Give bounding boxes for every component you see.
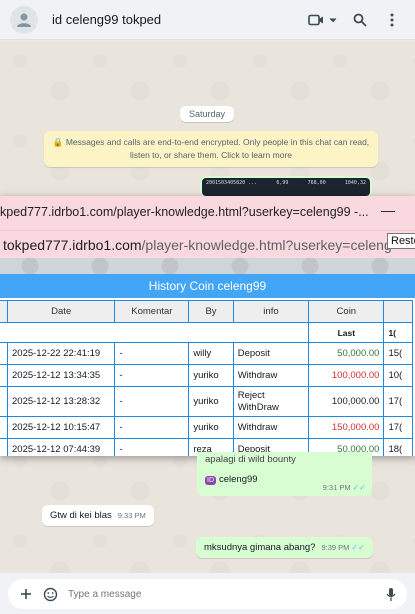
table-row[interactable]: 2025-12-12 13:28:32 - yuriko Reject With…: [0, 386, 413, 417]
microphone-icon[interactable]: [379, 582, 403, 606]
table-row[interactable]: 2025-12-22 22:41:19 - willy Deposit 50,0…: [0, 342, 413, 365]
message-time: 9:31 PM ✓✓: [322, 483, 366, 492]
popup-separator: [0, 258, 415, 274]
history-table: Date Komentar By info Coin Last 1( 2025-…: [0, 300, 413, 456]
message-time: 9:39 PM: [321, 543, 350, 552]
chat-title[interactable]: id celeng99 tokped: [52, 12, 307, 27]
more-options-icon[interactable]: [383, 11, 401, 29]
chevron-down-icon[interactable]: [329, 11, 337, 29]
address-path: /player-knowledge.html?userkey=celeng: [141, 237, 392, 253]
encryption-notice[interactable]: 🔒 Messages and calls are end-to-end encr…: [44, 131, 378, 168]
read-ticks-icon: ✓✓: [351, 543, 365, 552]
id-badge: ID: [205, 476, 216, 485]
tooltip: Resto: [387, 233, 415, 249]
address-bar[interactable]: tokped777.idrbo1.com/player-knowledge.ht…: [0, 230, 415, 258]
subheader-next: 1(: [383, 322, 413, 343]
attach-icon[interactable]: [14, 582, 38, 606]
avatar[interactable]: [10, 5, 38, 34]
image-message[interactable]: 2001503405820 ... 6,99 768,00 1040,32: [200, 176, 372, 198]
column-header-info[interactable]: info: [232, 300, 310, 323]
message-text: apalagi di wild bounty: [205, 454, 296, 465]
table-subheader-row: Last 1(: [0, 322, 413, 343]
message-time: 9:33 PM: [117, 511, 146, 520]
incoming-message[interactable]: Gtw di kei blas 9:33 PM: [42, 505, 154, 526]
read-ticks-icon: ✓✓: [352, 483, 366, 492]
lock-icon: 🔒: [52, 137, 64, 147]
column-header-by[interactable]: By: [188, 300, 234, 323]
popup-titlebar[interactable]: kped777.idrbo1.com/player-knowledge.html…: [0, 196, 415, 230]
page-title: History Coin celeng99: [0, 274, 415, 298]
message-text: mksudnya gimana abang?: [204, 542, 316, 553]
table-row[interactable]: 2025-12-12 10:15:47 - yuriko Withdraw 15…: [0, 416, 413, 439]
address-host: tokped777.idrbo1.com: [3, 237, 142, 253]
message-text: Gtw di kei blas: [50, 510, 112, 521]
column-header-extra: [383, 300, 413, 323]
table-header-row: Date Komentar By info Coin: [0, 300, 413, 323]
video-call-icon[interactable]: [307, 11, 325, 29]
emoji-icon[interactable]: [38, 582, 62, 606]
outgoing-message[interactable]: mksudnya gimana abang? 9:39 PM ✓✓: [196, 537, 373, 558]
composer: [8, 579, 407, 609]
column-header: [0, 300, 8, 323]
composer-bar: [0, 573, 415, 614]
table-row[interactable]: 2025-12-12 13:34:35 - yuriko Withdraw 10…: [0, 364, 413, 387]
search-icon[interactable]: [351, 11, 369, 29]
browser-popup: kped777.idrbo1.com/player-knowledge.html…: [0, 196, 415, 456]
column-header-komentar[interactable]: Komentar: [114, 300, 190, 323]
column-header-coin[interactable]: Coin: [308, 300, 385, 323]
subheader-last: Last: [308, 322, 385, 343]
minimize-button[interactable]: —: [380, 203, 396, 219]
image-preview: 2001503405820 ... 6,99 768,00 1040,32: [202, 178, 370, 196]
popup-window-title: kped777.idrbo1.com/player-knowledge.html…: [0, 205, 369, 219]
person-icon: [17, 13, 31, 27]
message-input[interactable]: [68, 584, 379, 604]
encryption-notice-text: Messages and calls are end-to-end encryp…: [65, 137, 370, 161]
message-text: celeng99: [219, 474, 258, 485]
chat-header: id celeng99 tokped: [0, 0, 415, 40]
column-header-date[interactable]: Date: [6, 300, 116, 323]
outgoing-message[interactable]: apalagi di wild bounty ID celeng99 9:31 P…: [197, 452, 372, 496]
day-divider: Saturday: [180, 106, 235, 122]
